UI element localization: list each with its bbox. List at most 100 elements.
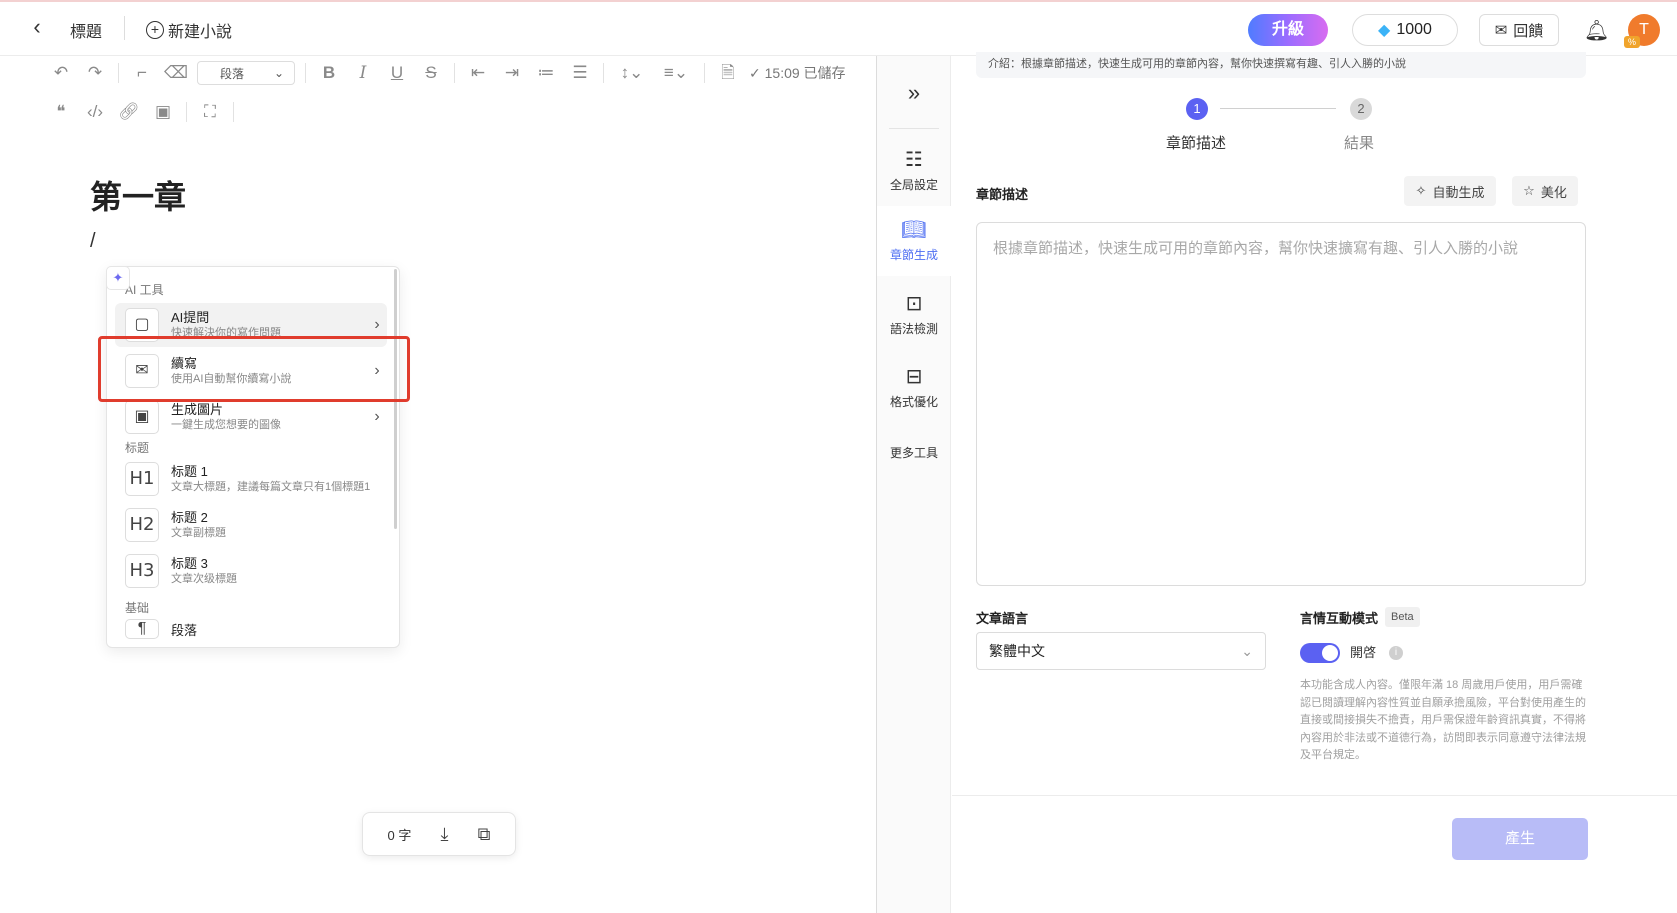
feedback-button[interactable]: ✉ 回饋 [1479, 14, 1559, 46]
menu-item-heading-1[interactable]: H1 标题 1 文章大標題，建議每篇文章只有1個標題1 [115, 457, 387, 501]
save-status-text: 15:09 已儲存 [764, 65, 846, 81]
line-height-icon[interactable]: ↕⌄ [610, 58, 654, 88]
ordered-list-icon[interactable]: ≔ [529, 58, 563, 88]
heading-2-icon: H2 [125, 508, 159, 542]
eraser-icon[interactable]: ⌫ [159, 58, 193, 88]
menu-item-title: 段落 [171, 623, 198, 638]
editor-cursor-text[interactable]: / [90, 230, 96, 253]
credits-value: 1000 [1396, 21, 1432, 38]
redo-icon[interactable]: ↷ [78, 58, 112, 88]
header-divider [124, 16, 125, 40]
fullscreen-icon[interactable]: ⛶ [193, 97, 227, 127]
auto-generate-label: 自動生成 [1432, 184, 1485, 200]
language-select[interactable]: 繁體中文 ⌄ [976, 632, 1266, 670]
upgrade-button[interactable]: 升級 [1248, 14, 1328, 46]
menu-item-heading-2[interactable]: H2 标题 2 文章副標題 [115, 503, 387, 547]
toolbar-divider [118, 63, 119, 83]
toolbar-divider [186, 102, 187, 122]
save-icon[interactable]: 🗎︎ [711, 58, 745, 88]
panel-intro: 介紹：根據章節描述，快速生成可用的章節內容，幫你快速撰寫有趣、引人入勝的小說 [976, 52, 1586, 78]
copy-icon[interactable]: ⧉ [478, 824, 491, 845]
credits-button[interactable]: ◆ 1000 [1352, 14, 1458, 46]
new-novel-label: 新建小說 [168, 24, 233, 41]
generate-button[interactable]: 產生 [1452, 818, 1588, 860]
avatar-letter: T [1639, 21, 1649, 38]
beautify-button[interactable]: ☆ 美化 [1512, 176, 1578, 206]
top-bar: ‹ 標題 + 新建小說 升級 ◆ 1000 ✉ 回饋 🔔︎ T % [0, 2, 1677, 56]
menu-item-title: AI提問 [171, 309, 210, 325]
save-status: ✓ 15:09 已儲存 [749, 65, 846, 81]
document-title[interactable]: 標題 [70, 18, 102, 42]
bold-icon[interactable]: B [312, 58, 346, 88]
bullet-list-icon[interactable]: ☰ [563, 58, 597, 88]
menu-item-desc: 文章大標題，建議每篇文章只有1個標題1 [171, 480, 371, 493]
rail-item-format-optimize[interactable]: ⊟ 格式優化 [877, 353, 951, 423]
format-painter-icon[interactable]: ⌐ [125, 58, 159, 88]
download-icon[interactable]: ⤓ [441, 824, 449, 845]
highlight-annotation-box [98, 336, 410, 402]
menu-section-basic: 基础 [125, 601, 150, 615]
new-novel-button[interactable]: + 新建小說 [146, 18, 232, 42]
italic-icon[interactable]: I [346, 58, 380, 88]
toggle-knob [1322, 645, 1338, 661]
bell-icon[interactable]: 🔔︎ [1584, 18, 1609, 43]
step-connector [1220, 108, 1336, 109]
strikethrough-icon[interactable]: S [414, 58, 448, 88]
toolbar-divider [603, 63, 604, 83]
step-indicator: 1 2 章節描述 結果 [1160, 98, 1400, 158]
book-icon: 📖︎ [901, 219, 927, 241]
undo-icon[interactable]: ↶ [44, 58, 78, 88]
double-chevron-right-icon[interactable]: » [877, 80, 951, 106]
format-icon: ⊟ [905, 366, 923, 388]
chevron-right-icon: › [374, 408, 380, 425]
rail-item-label: 語法檢測 [889, 322, 938, 336]
align-icon[interactable]: ≡⌄ [654, 58, 698, 88]
menu-item-heading-3[interactable]: H3 标题 3 文章次级標題 [115, 549, 387, 593]
step-2-dot: 2 [1350, 98, 1372, 120]
paragraph-icon: ¶ [125, 619, 159, 639]
word-count-bar: 0 字 ⤓ ⧉ [362, 812, 516, 856]
menu-item-desc: 文章次级標題 [171, 572, 237, 585]
avatar[interactable]: T % [1624, 14, 1660, 48]
toolbar-divider [704, 63, 705, 83]
chevron-left-icon[interactable]: ‹ [26, 16, 48, 38]
outdent-icon[interactable]: ⇤ [461, 58, 495, 88]
sliders-icon: ☷ [905, 149, 923, 171]
menu-item-title: 标题 2 [171, 509, 208, 525]
quote-icon[interactable]: ❝ [44, 97, 78, 127]
discount-badge-icon: % [1624, 36, 1640, 48]
underline-icon[interactable]: U [380, 58, 414, 88]
step-2-label: 結果 [1344, 135, 1375, 152]
rail-item-label: 格式優化 [889, 395, 938, 409]
info-icon[interactable]: i [1389, 646, 1403, 660]
chapter-title[interactable]: 第一章 [90, 172, 186, 218]
romance-mode-toggle[interactable] [1300, 643, 1340, 663]
auto-generate-button[interactable]: ✧ 自動生成 [1404, 176, 1496, 206]
paragraph-style-value: 段落 [220, 66, 245, 81]
word-count: 0 字 [387, 827, 412, 843]
rail-item-more-tools[interactable]: 更多工具 [877, 440, 951, 470]
menu-item-title: 生成圖片 [171, 401, 224, 417]
feedback-label: 回饋 [1513, 22, 1544, 40]
indent-icon[interactable]: ⇥ [495, 58, 529, 88]
rail-item-global-settings[interactable]: ☷ 全局設定 [877, 136, 951, 206]
panel-footer-divider [952, 795, 1677, 796]
rail-item-chapter-generate[interactable]: 📖︎ 章節生成 [877, 206, 951, 276]
tool-rail: » ☷ 全局設定 📖︎ 章節生成 ⊡ 語法檢測 ⊟ 格式優化 更多工具 [877, 56, 951, 913]
chevron-down-icon: ⌄ [273, 66, 284, 80]
chapter-desc-input[interactable]: 根據章節描述，快速生成可用的章節內容，幫你快速擴寫有趣、引人入勝的小說 [976, 222, 1586, 586]
menu-item-paragraph[interactable]: ¶ 段落 [115, 619, 387, 647]
rail-item-grammar-check[interactable]: ⊡ 語法檢測 [877, 280, 951, 350]
image-icon[interactable]: ▣ [146, 97, 180, 127]
editor-toolbar-row-2: ❝ ‹/› 🔗︎ ▣ ⛶ [44, 97, 240, 127]
image-icon: ▣ [125, 400, 159, 434]
magic-wand-icon: ✦ [106, 266, 130, 290]
language-label: 文章語言 [976, 611, 1029, 626]
beta-badge: Beta [1385, 607, 1420, 627]
toolbar-divider [454, 63, 455, 83]
menu-item-desc: 文章副標題 [171, 526, 226, 539]
paragraph-style-select[interactable]: 段落 ⌄ [197, 61, 295, 85]
link-icon[interactable]: 🔗︎ [112, 97, 146, 127]
code-icon[interactable]: ‹/› [78, 97, 112, 127]
romance-mode-label: 言情互動模式 [1300, 611, 1379, 626]
